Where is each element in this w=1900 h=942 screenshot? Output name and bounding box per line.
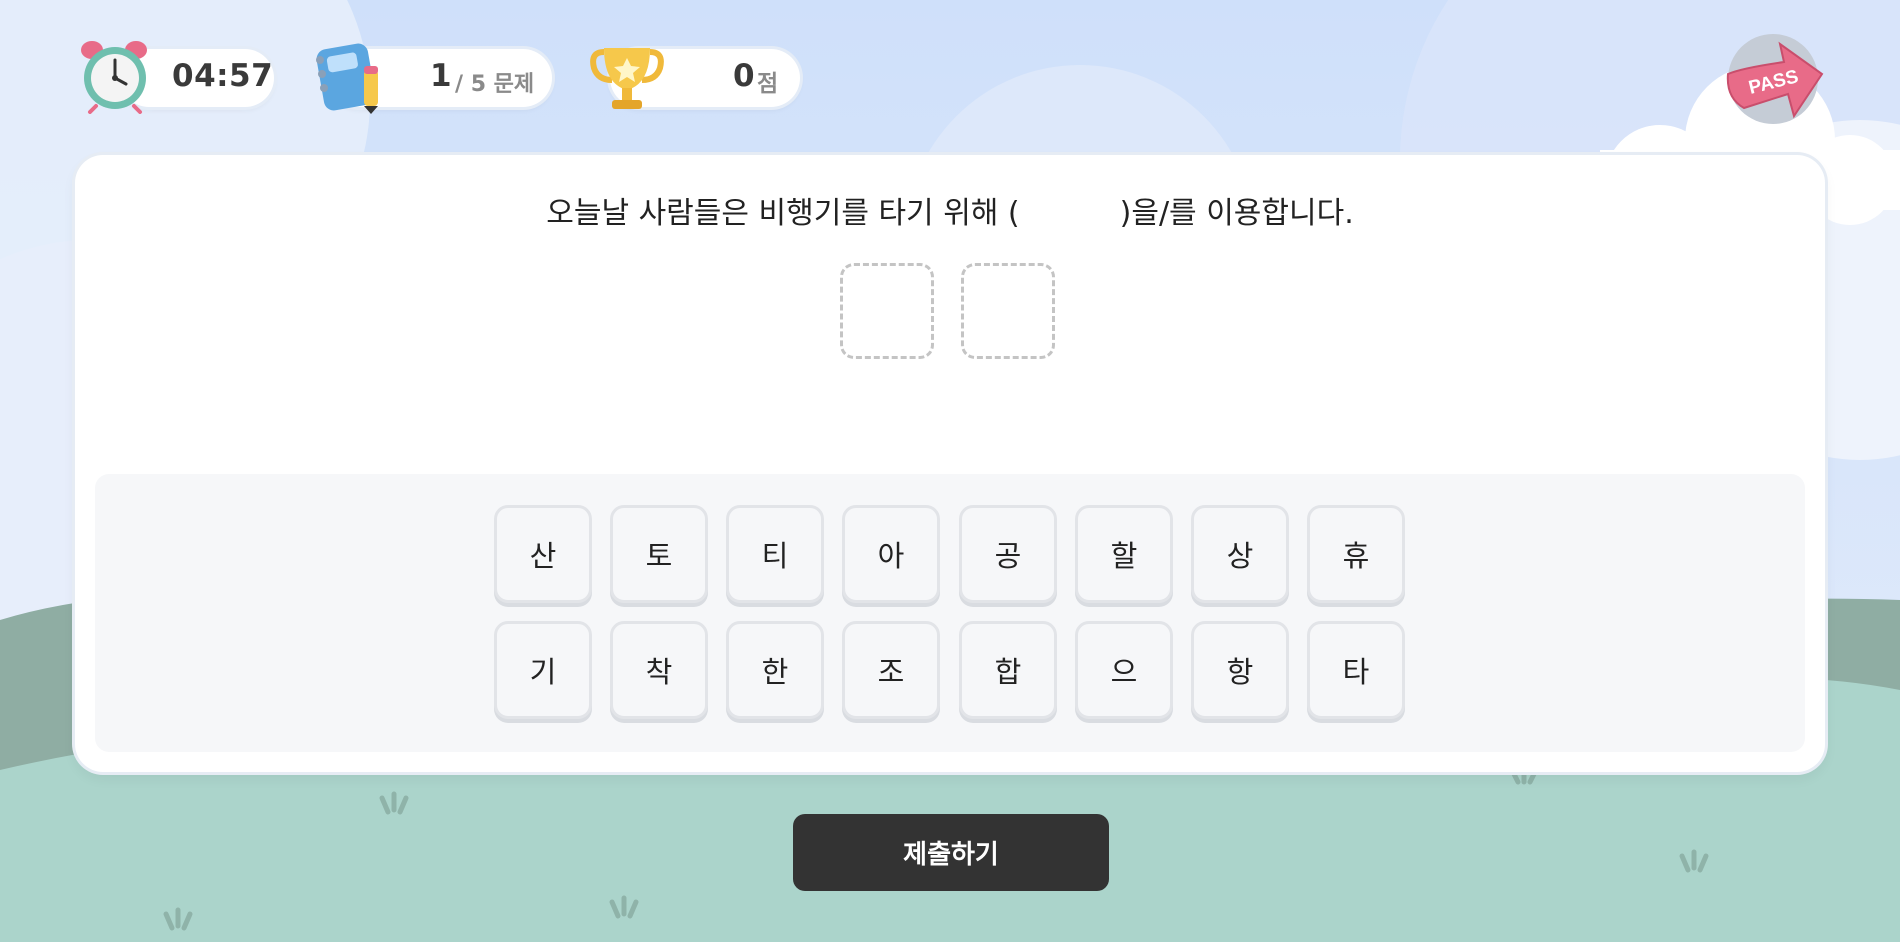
score-unit: 점 (757, 71, 779, 97)
pass-button[interactable]: PASS (1726, 34, 1824, 124)
letter-tile[interactable]: 착 (610, 621, 708, 719)
letter-tile[interactable]: 아 (842, 505, 940, 603)
question-current: 1 (430, 58, 452, 94)
notebook-icon (316, 43, 378, 114)
trophy-icon (590, 48, 664, 109)
question-total: / 5 문제 (455, 72, 535, 97)
letter-tile[interactable]: 한 (726, 621, 824, 719)
letter-tile[interactable]: 공 (959, 505, 1057, 603)
letter-tile[interactable]: 할 (1075, 505, 1173, 603)
pass-arrow-icon: PASS (1726, 41, 1824, 119)
letter-tile[interactable]: 상 (1191, 505, 1289, 603)
score-value: 0 (733, 58, 755, 94)
question-text: 오늘날 사람들은 비행기를 타기 위해 ( )을/를 이용합니다. (0, 188, 1900, 232)
letter-tile[interactable]: 기 (494, 621, 592, 719)
answer-slot-2[interactable] (961, 263, 1055, 359)
answer-slot-1[interactable] (840, 263, 934, 359)
letter-tile[interactable]: 으 (1075, 621, 1173, 719)
question-before: 오늘날 사람들은 비행기를 타기 위해 ( (546, 196, 1020, 231)
timer-value: 04:57 (172, 58, 274, 94)
letter-tile[interactable]: 티 (726, 505, 824, 603)
letter-tile[interactable]: 토 (610, 505, 708, 603)
letter-tile[interactable]: 타 (1307, 621, 1405, 719)
letter-tile[interactable]: 산 (494, 505, 592, 603)
letter-tile[interactable]: 휴 (1307, 505, 1405, 603)
question-after: )을/를 이용합니다. (1119, 196, 1354, 231)
alarm-clock-icon (81, 41, 147, 114)
submit-button[interactable]: 제출하기 (793, 814, 1109, 891)
letter-tile[interactable]: 조 (842, 621, 940, 719)
letter-tray (95, 474, 1805, 752)
letter-tile[interactable]: 합 (959, 621, 1057, 719)
letter-tile[interactable]: 항 (1191, 621, 1289, 719)
